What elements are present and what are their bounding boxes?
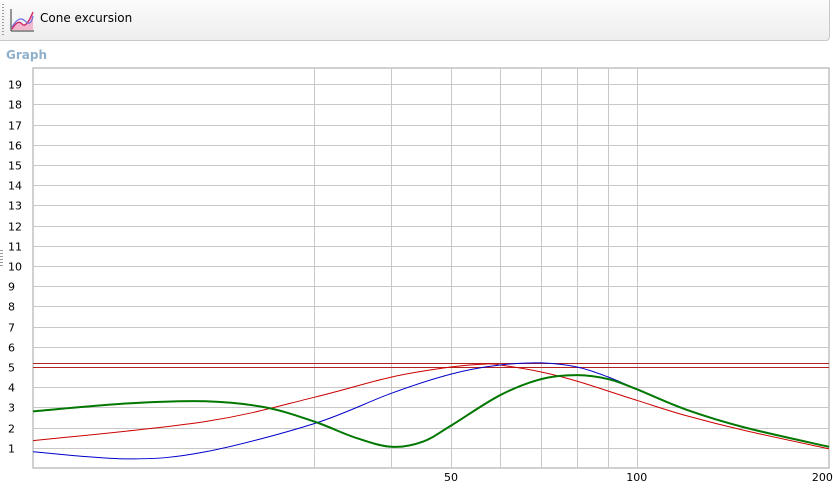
y-tick-label: 2 (8, 423, 15, 436)
y-tick-label: 11 (8, 241, 22, 254)
x-tick-label: 200 (812, 471, 833, 484)
y-tick-label: 13 (8, 200, 22, 213)
y-tick-label: 1 (8, 443, 15, 456)
y-tick-label: 18 (8, 99, 22, 112)
y-tick-labels: 12345678910111213141516171819 (8, 79, 22, 456)
x-tick-label: 50 (444, 471, 458, 484)
y-tick-label: 5 (8, 362, 15, 375)
y-tick-label: 16 (8, 140, 22, 153)
y-tick-label: 6 (8, 342, 15, 355)
y-tick-label: 19 (8, 79, 22, 92)
y-tick-label: 8 (8, 301, 15, 314)
y-tick-label: 14 (8, 180, 22, 193)
y-tick-label: 17 (8, 120, 22, 133)
y-tick-label: 15 (8, 160, 22, 173)
y-tick-label: 9 (8, 281, 15, 294)
y-tick-label: 3 (8, 402, 15, 415)
x-tick-label: 100 (626, 471, 647, 484)
y-tick-label: 10 (8, 261, 22, 274)
chart: 12345678910111213141516171819 50 100 200 (8, 67, 833, 484)
y-tick-label: 7 (8, 322, 15, 335)
x-tick-labels: 50 100 200 (444, 471, 833, 484)
y-tick-label: 4 (8, 382, 15, 395)
y-tick-label: 12 (8, 221, 22, 234)
